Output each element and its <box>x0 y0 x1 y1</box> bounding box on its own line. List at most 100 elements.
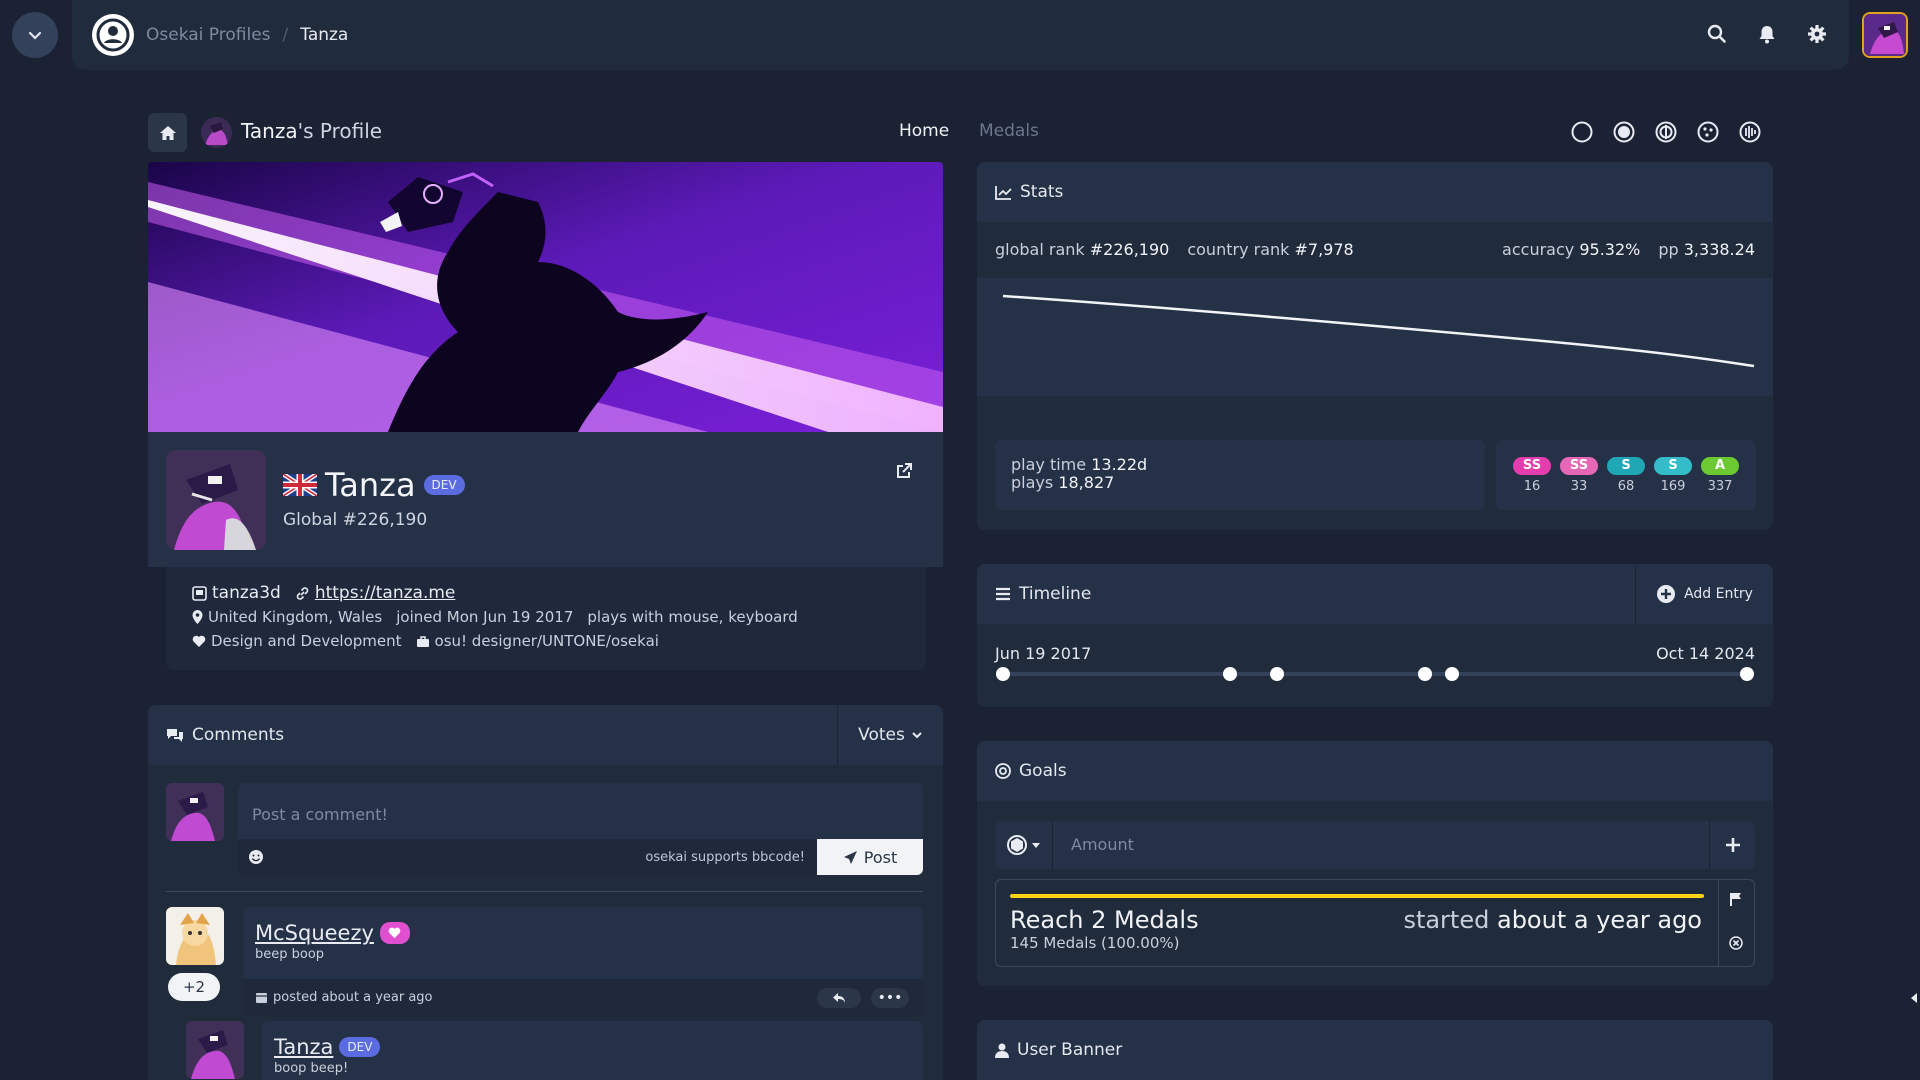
heart-icon <box>389 927 401 939</box>
reply-item: Tanza DEV boop beep! <box>262 1021 923 1080</box>
emoji-icon[interactable] <box>248 849 264 865</box>
plays-value: 18,827 <box>1058 473 1115 492</box>
send-icon <box>843 850 857 864</box>
timeline-entry-dot[interactable] <box>1444 667 1459 681</box>
uk-flag-icon <box>283 474 317 496</box>
comments-title: Comments <box>192 725 285 745</box>
breadcrumb-app[interactable]: Osekai Profiles <box>146 25 271 45</box>
goal-amount-input[interactable]: Amount <box>1071 835 1134 854</box>
sort-label: Votes <box>858 725 905 745</box>
pp-label: pp <box>1658 240 1679 259</box>
catch-mode-icon[interactable] <box>1655 121 1677 143</box>
dev-badge: DEV <box>339 1037 381 1057</box>
search-icon[interactable] <box>1705 22 1729 46</box>
add-goal-button[interactable] <box>1709 821 1755 869</box>
stats-panel: Stats global rank #226,190 country rank … <box>977 162 1773 530</box>
bbcode-note: osekai supports bbcode! <box>645 850 805 865</box>
global-rank-stat: global rank #226,190 <box>995 240 1169 259</box>
delete-goal-icon[interactable] <box>1729 936 1743 950</box>
country-rank-stat: country rank #7,978 <box>1187 240 1353 259</box>
timeline-entry-dot[interactable] <box>1417 667 1432 681</box>
plays-with: plays with mouse, keyboard <box>587 608 798 626</box>
timeline-entry-dot[interactable] <box>1740 667 1754 681</box>
grade-sh-count: 68 <box>1617 478 1635 494</box>
caret-down-icon <box>1031 843 1040 848</box>
grade-ss-pill: SS <box>1560 456 1598 475</box>
comment-item: McSqueezy beep boop posted about a year … <box>243 907 923 1017</box>
website-link[interactable]: https://tanza.me <box>315 583 456 603</box>
pp-stat: pp 3,338.24 <box>1658 240 1755 259</box>
menu-toggle-button[interactable] <box>12 12 58 58</box>
osu-mode-icon[interactable] <box>1571 121 1593 143</box>
home-button[interactable] <box>148 113 187 152</box>
rank-history-graph[interactable] <box>977 278 1773 396</box>
timeline-title: Timeline <box>1019 584 1092 604</box>
current-user-avatar[interactable] <box>1862 12 1908 58</box>
dev-badge: DEV <box>423 475 465 495</box>
link-icon <box>296 586 309 600</box>
chart-line-icon <box>995 185 1012 200</box>
profile-title: Tanza's Profile <box>241 119 382 143</box>
heart-icon <box>192 635 206 647</box>
chevron-down-icon <box>28 31 42 40</box>
collapse-side-arrow-icon[interactable] <box>1910 992 1918 1004</box>
reply-author[interactable]: Tanza <box>274 1035 333 1059</box>
osekai-profiles-logo-icon[interactable] <box>92 14 134 56</box>
grade-counts: SS 16 SS 33 S 68 S 169 A 337 <box>1496 440 1756 510</box>
external-link-icon[interactable] <box>895 462 913 480</box>
list-icon <box>996 587 1010 601</box>
sort-dropdown[interactable]: Votes <box>837 705 943 765</box>
user-banner-title: User Banner <box>1017 1040 1123 1060</box>
tab-home[interactable]: Home <box>899 121 949 141</box>
accuracy-stat: accuracy 95.32% <box>1502 240 1640 259</box>
play-time-value: 13.22d <box>1091 455 1148 474</box>
mania-mode-icon[interactable] <box>1697 121 1719 143</box>
comment-author-avatar[interactable] <box>166 907 224 965</box>
taiko-mode-icon[interactable] <box>1613 121 1635 143</box>
gear-icon[interactable] <box>1805 22 1829 46</box>
comments-panel: Comments Votes Post a comment! osekai su… <box>148 705 943 1080</box>
grade-ssh-count: 16 <box>1523 478 1541 494</box>
add-entry-label: Add Entry <box>1684 586 1753 602</box>
interests: Design and Development <box>211 632 402 650</box>
goal-started-when: about a year ago <box>1496 906 1702 934</box>
comment-input[interactable]: Post a comment! <box>252 805 388 824</box>
user-banner-panel: User Banner <box>977 1020 1773 1080</box>
all-modes-icon[interactable] <box>1739 121 1761 143</box>
grade-s: S 169 <box>1654 456 1692 494</box>
goal-type-dropdown[interactable] <box>995 821 1053 869</box>
reply-button[interactable] <box>817 988 861 1008</box>
supporter-badge <box>379 922 410 944</box>
post-label: Post <box>863 847 898 867</box>
vote-count-button[interactable]: +2 <box>168 973 220 1001</box>
grade-ss: SS 33 <box>1560 456 1598 494</box>
comments-icon <box>167 729 183 742</box>
discord-icon <box>192 585 207 601</box>
timeline-end-date: Oct 14 2024 <box>1656 644 1755 663</box>
profile-avatar <box>166 450 266 550</box>
breadcrumb-separator: / <box>282 25 289 45</box>
grade-s-count: 169 <box>1660 478 1686 494</box>
timeline-entry-dot[interactable] <box>1269 667 1284 681</box>
post-button[interactable]: Post <box>817 839 923 875</box>
occupation: osu! designer/UNTONE/osekai <box>434 632 659 650</box>
location: United Kingdom, Wales <box>208 608 383 626</box>
reply-author-avatar[interactable] <box>186 1021 244 1079</box>
add-entry-button[interactable]: Add Entry <box>1635 564 1773 624</box>
bell-icon[interactable] <box>1755 22 1779 46</box>
tab-medals[interactable]: Medals <box>979 121 1039 141</box>
timeline-entry-dot[interactable] <box>996 667 1010 681</box>
chevron-down-icon <box>912 732 922 739</box>
goals-panel: Goals Amount Reach 2 Medals 145 Medals (… <box>977 741 1773 986</box>
breadcrumb: Osekai Profiles / Tanza <box>146 25 348 45</box>
plus-icon <box>1725 838 1740 852</box>
grade-a-count: 337 <box>1707 478 1733 494</box>
comment-composer-avatar <box>166 783 224 841</box>
flag-icon[interactable] <box>1729 892 1743 906</box>
plays-label: plays <box>1011 473 1054 492</box>
country-rank-label: country rank <box>1187 240 1290 259</box>
comment-author[interactable]: McSqueezy <box>255 921 374 945</box>
timeline-entry-dot[interactable] <box>1222 667 1237 681</box>
more-options-button[interactable]: ••• <box>871 988 909 1008</box>
comment-date: posted about a year ago <box>273 990 433 1005</box>
